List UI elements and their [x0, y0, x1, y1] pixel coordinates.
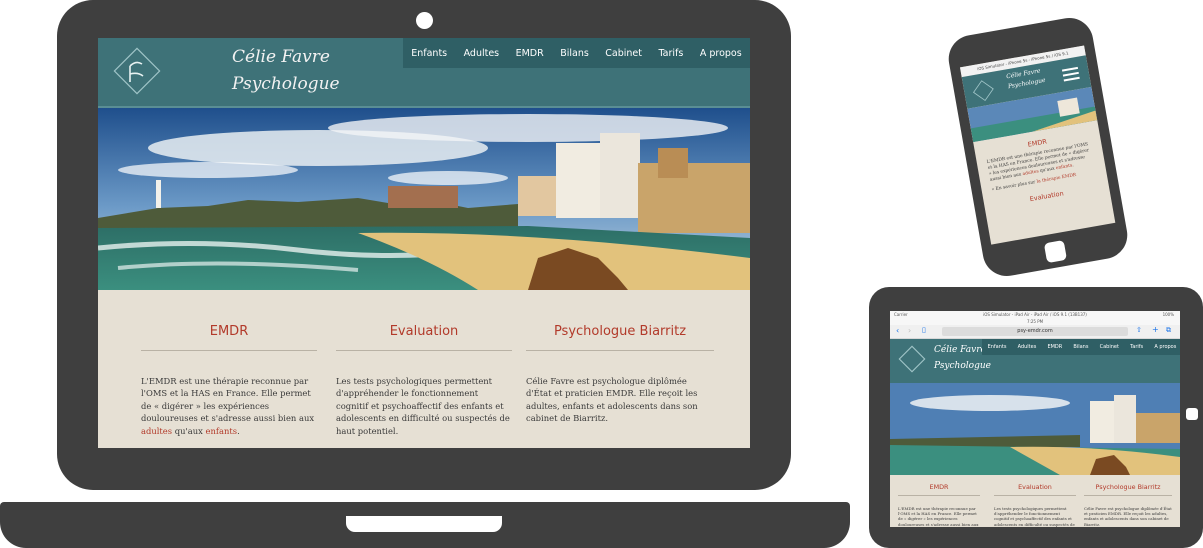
share-icon[interactable]: ⇧ [1136, 326, 1142, 334]
section-title[interactable]: Evaluation [994, 483, 1076, 491]
text-span: . [237, 425, 240, 436]
tablet-site-header: Célie Favre Psychologue Enfants Adultes … [890, 339, 1180, 383]
brand-name: Célie Favre [934, 345, 986, 355]
nav-item-a-propos[interactable]: A propos [1154, 344, 1176, 350]
divider [994, 495, 1076, 496]
nav-item-a-propos[interactable]: A propos [700, 48, 742, 59]
section-evaluation: Evaluation Les tests psychologiques perm… [336, 324, 512, 437]
phone-frame: iOS Simulator - iPhone 5s - iPhone 5s / … [944, 14, 1132, 280]
nav-item-cabinet[interactable]: Cabinet [605, 48, 642, 59]
nav-item-tarifs[interactable]: Tarifs [1130, 344, 1143, 350]
section-emdr: EMDR L'EMDR est une thérapie reconnue pa… [141, 324, 317, 437]
site-logo[interactable] [112, 46, 162, 96]
tablet-status-bar: Carrier iOS Simulator - iPad Air - iPad … [890, 311, 1180, 319]
section-emdr: EMDR L'EMDR est une thérapie reconnue pa… [898, 483, 980, 527]
nav-item-adultes[interactable]: Adultes [1018, 344, 1037, 350]
section-evaluation: Evaluation Les tests psychologiques perm… [994, 483, 1076, 527]
tabs-icon[interactable]: ⧉ [1166, 326, 1171, 335]
section-title[interactable]: Evaluation [336, 324, 512, 344]
forward-icon[interactable]: › [908, 326, 911, 335]
laptop-camera [416, 12, 433, 29]
nav-item-bilans[interactable]: Bilans [1073, 344, 1088, 350]
divider [336, 350, 512, 351]
new-tab-icon[interactable]: + [1152, 325, 1159, 334]
section-text: Célie Favre est psychologue diplômée d'É… [526, 376, 698, 424]
link-adultes[interactable]: adultes [141, 426, 172, 436]
section-text: L'EMDR est une thérapie reconnue par l'O… [141, 375, 317, 437]
phone-screen: iOS Simulator - iPhone 5s - iPhone 5s / … [959, 45, 1116, 245]
section-text: Célie Favre est psychologue diplômée d'É… [1084, 506, 1172, 527]
main-nav: Enfants Adultes EMDR Bilans Cabinet Tari… [403, 38, 750, 68]
section-title[interactable]: Psychologue Biarritz [1084, 483, 1172, 491]
divider [141, 350, 317, 351]
brand-name: Célie Favre [232, 47, 330, 67]
nav-item-cabinet[interactable]: Cabinet [1100, 344, 1119, 350]
tablet-home-button[interactable] [1186, 408, 1198, 420]
link-enfants[interactable]: enfants [206, 426, 238, 436]
address-bar[interactable]: psy-emdr.com [942, 327, 1128, 336]
tablet-screen: Carrier iOS Simulator - iPad Air - iPad … [890, 311, 1180, 527]
brand-title: Psychologue [934, 361, 991, 371]
site-header: Célie Favre Psychologue Enfants Adultes … [98, 38, 750, 109]
section-psychologue-biarritz: Psychologue Biarritz Célie Favre est psy… [526, 324, 714, 425]
bookmarks-icon[interactable]: ▯ [922, 326, 926, 334]
carrier: Carrier [894, 312, 908, 317]
divider [526, 350, 714, 351]
nav-item-enfants[interactable]: Enfants [988, 344, 1007, 350]
nav-item-adultes[interactable]: Adultes [464, 48, 500, 59]
divider [898, 495, 980, 496]
nav-item-enfants[interactable]: Enfants [411, 48, 447, 59]
menu-icon[interactable] [1061, 66, 1080, 82]
simulator-title: iOS Simulator - iPad Air - iPad Air / iO… [983, 312, 1087, 317]
section-psychologue-biarritz: Psychologue Biarritz Célie Favre est psy… [1084, 483, 1172, 527]
text-span: L'EMDR est une thérapie reconnue par l'O… [141, 376, 315, 424]
browser-toolbar: ‹ › ▯ psy-emdr.com ⇧ + ⧉ [890, 325, 1180, 339]
nav-item-emdr[interactable]: EMDR [1047, 344, 1062, 350]
brand-title: Psychologue [232, 74, 340, 94]
hero-beach-image [98, 108, 750, 290]
main-nav: Enfants Adultes EMDR Bilans Cabinet Tari… [982, 339, 1180, 355]
section-title[interactable]: Psychologue Biarritz [526, 324, 714, 344]
section-title[interactable]: EMDR [898, 483, 980, 491]
section-text: Les tests psychologiques permettent d'ap… [994, 506, 1075, 527]
section-title[interactable]: EMDR [141, 324, 317, 344]
nav-item-tarifs[interactable]: Tarifs [658, 48, 683, 59]
laptop-notch [346, 516, 502, 532]
intro-band: EMDR L'EMDR est une thérapie reconnue pa… [890, 475, 1180, 527]
divider [1084, 495, 1172, 496]
section-text: Les tests psychologiques permettent d'ap… [336, 376, 510, 436]
intro-band: EMDR L'EMDR est une thérapie reconnue pa… [98, 290, 750, 448]
hero-beach-image [890, 383, 1180, 475]
laptop-screen: Célie Favre Psychologue Enfants Adultes … [98, 38, 750, 448]
phone-home-button[interactable] [1043, 239, 1068, 264]
site-logo[interactable] [971, 78, 996, 103]
nav-item-emdr[interactable]: EMDR [516, 48, 544, 59]
battery: 100% [1162, 312, 1174, 317]
text-span: qu'aux [172, 425, 206, 436]
text-span: . [1071, 163, 1075, 169]
back-icon[interactable]: ‹ [896, 326, 899, 335]
section-text: L'EMDR est une thérapie reconnue par l'O… [898, 506, 980, 527]
text-span: L'EMDR est une thérapie reconnue par l'O… [898, 506, 979, 527]
nav-item-bilans[interactable]: Bilans [560, 48, 589, 59]
site-logo[interactable] [898, 345, 926, 373]
